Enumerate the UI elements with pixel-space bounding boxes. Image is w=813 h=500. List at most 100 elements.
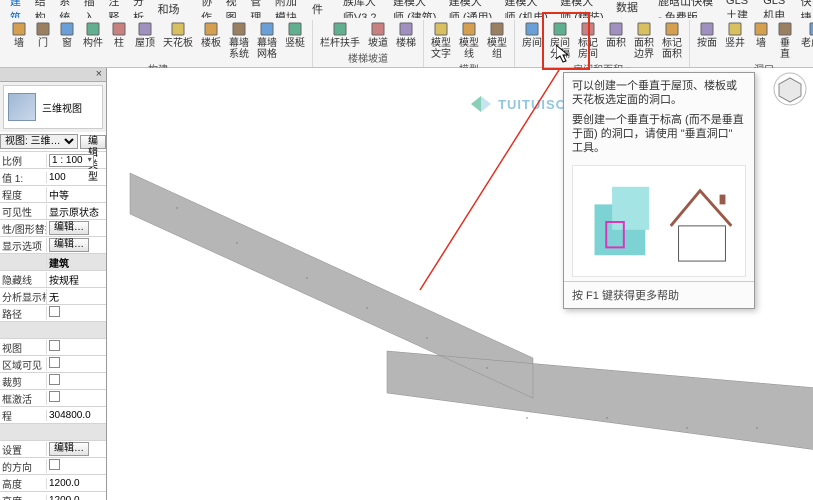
property-value[interactable]: 100 — [46, 172, 106, 183]
property-key: 比例 — [0, 153, 46, 168]
edit-button[interactable]: 编辑… — [49, 442, 89, 456]
tool-icon — [59, 21, 75, 37]
tool-icon — [461, 21, 477, 37]
ribbon-button[interactable]: 模型线 — [456, 20, 482, 61]
ribbon-button[interactable]: 墙 — [8, 20, 30, 50]
dropdown[interactable]: 1 : 100 — [49, 154, 94, 167]
ribbon-button[interactable]: 天花板 — [160, 20, 196, 50]
property-value[interactable]: 编辑… — [46, 442, 106, 456]
property-value[interactable]: 中等 — [46, 187, 106, 202]
property-value[interactable]: 编辑… — [46, 221, 106, 235]
ribbon-toolbar: 墙门窗构件柱屋顶天花板楼板幕墙系统幕墙网格竖梃构建栏杆扶手坡道楼梯楼梯坡道模型文… — [0, 18, 813, 68]
ribbon-button[interactable]: 坡道 — [365, 20, 391, 50]
ribbon-button[interactable]: 面积边界 — [631, 20, 657, 61]
ribbon-button[interactable]: 竖井 — [722, 20, 748, 50]
ribbon-button[interactable]: 构件 — [80, 20, 106, 50]
tool-icon — [170, 21, 186, 37]
property-value[interactable]: 编辑… — [46, 238, 106, 252]
ribbon-button[interactable]: 幕墙网格 — [254, 20, 280, 61]
tool-icon — [332, 21, 348, 37]
ribbon-button[interactable]: 房间分隔 — [547, 20, 573, 61]
type-selector[interactable]: 视图: 三维… — [0, 134, 78, 149]
ribbon-button[interactable]: 垂直 — [774, 20, 796, 61]
property-value[interactable]: 1200.0 — [46, 478, 106, 489]
checkbox[interactable] — [49, 374, 60, 385]
property-row: 框激活 — [0, 390, 106, 407]
tool-icon — [699, 21, 715, 37]
checkbox[interactable] — [49, 306, 60, 317]
property-value[interactable]: 按规程 — [46, 272, 106, 287]
property-row: 高度1200.0 — [0, 492, 106, 500]
ribbon-button-label: 窗 — [62, 38, 72, 49]
ribbon-group: 模型文字模型线模型组模型 — [424, 20, 515, 67]
property-value[interactable]: 显示原状态 — [46, 204, 106, 219]
ribbon-button-label: 模型组 — [487, 38, 507, 60]
type-preview[interactable]: 三维视图 — [3, 85, 103, 129]
property-value[interactable]: 304800.0 — [46, 410, 106, 421]
ribbon-button[interactable]: 栏杆扶手 — [317, 20, 363, 50]
property-value[interactable] — [46, 340, 106, 354]
checkbox[interactable] — [49, 340, 60, 351]
property-value[interactable]: 建筑 — [46, 255, 106, 270]
edit-type-button[interactable]: 编辑类型 — [80, 135, 106, 149]
ribbon-button-label: 墙 — [14, 38, 24, 49]
ribbon-button-label: 模型线 — [459, 38, 479, 60]
ribbon-button[interactable]: 标记面积 — [659, 20, 685, 61]
cube-icon — [8, 93, 36, 121]
ribbon-button[interactable]: 模型组 — [484, 20, 510, 61]
ribbon-button-label: 竖井 — [725, 38, 745, 49]
ribbon-button[interactable]: 柱 — [108, 20, 130, 50]
panel-close-button[interactable]: × — [0, 68, 106, 82]
property-value[interactable]: 无 — [46, 289, 106, 304]
tool-icon — [259, 21, 275, 37]
tool-icon — [433, 21, 449, 37]
ribbon-button-label: 墙 — [756, 38, 766, 49]
ribbon-button[interactable]: 面积 — [603, 20, 629, 50]
property-row — [0, 322, 106, 339]
property-key: 框激活 — [0, 391, 46, 406]
ribbon-button[interactable]: 房间 — [519, 20, 545, 50]
ribbon-button-label: 标记面积 — [662, 38, 682, 60]
ribbon-button-label: 门 — [38, 38, 48, 49]
property-row: 比例1 : 100 — [0, 152, 106, 169]
ribbon-button[interactable]: 标记房间 — [575, 20, 601, 61]
edit-button[interactable]: 编辑… — [49, 238, 89, 252]
property-value[interactable] — [46, 391, 106, 405]
property-value[interactable] — [46, 357, 106, 371]
ribbon-button[interactable]: 竖梃 — [282, 20, 308, 50]
view-cube[interactable] — [773, 72, 807, 106]
checkbox[interactable] — [49, 391, 60, 402]
property-row: 分析显示样式无 — [0, 288, 106, 305]
tool-icon — [370, 21, 386, 37]
type-selector-row: 视图: 三维… 编辑类型 — [0, 132, 106, 152]
checkbox[interactable] — [49, 357, 60, 368]
property-key: 高度 — [0, 493, 46, 500]
property-value[interactable] — [46, 306, 106, 320]
ribbon-button[interactable]: 模型文字 — [428, 20, 454, 61]
ribbon-button[interactable]: 老虎窗 — [798, 20, 813, 50]
property-value[interactable] — [46, 374, 106, 388]
ribbon-button-label: 构件 — [83, 38, 103, 49]
property-key: 性/图形替换 — [0, 221, 46, 236]
property-value[interactable] — [46, 459, 106, 473]
ribbon-button[interactable]: 墙 — [750, 20, 772, 50]
ribbon-button[interactable]: 按面 — [694, 20, 720, 50]
tool-icon — [524, 21, 540, 37]
edit-button[interactable]: 编辑… — [49, 221, 89, 235]
menu-bar: 建筑 结构 系统 插入 注释 分析 体量和场地 协作 视图 管理 附加模块 构件… — [0, 0, 813, 18]
ribbon-button[interactable]: 幕墙系统 — [226, 20, 252, 61]
ribbon-button[interactable]: 楼梯 — [393, 20, 419, 50]
ribbon-button[interactable]: 门 — [32, 20, 54, 50]
tool-icon — [35, 21, 51, 37]
property-value[interactable]: 1200.0 — [46, 495, 106, 500]
ribbon-button[interactable]: 窗 — [56, 20, 78, 50]
ribbon-group: 栏杆扶手坡道楼梯楼梯坡道 — [313, 20, 424, 67]
ribbon-button[interactable]: 楼板 — [198, 20, 224, 50]
ribbon-button-label: 模型文字 — [431, 38, 451, 60]
ribbon-button-label: 幕墙系统 — [229, 38, 249, 60]
ribbon-button[interactable]: 屋顶 — [132, 20, 158, 50]
checkbox[interactable] — [49, 459, 60, 470]
property-value[interactable]: 1 : 100 — [46, 154, 106, 167]
tool-icon — [137, 21, 153, 37]
tooltip-line1: 可以创建一个垂直于屋顶、楼板或天花板选定面的洞口。 — [564, 73, 754, 113]
